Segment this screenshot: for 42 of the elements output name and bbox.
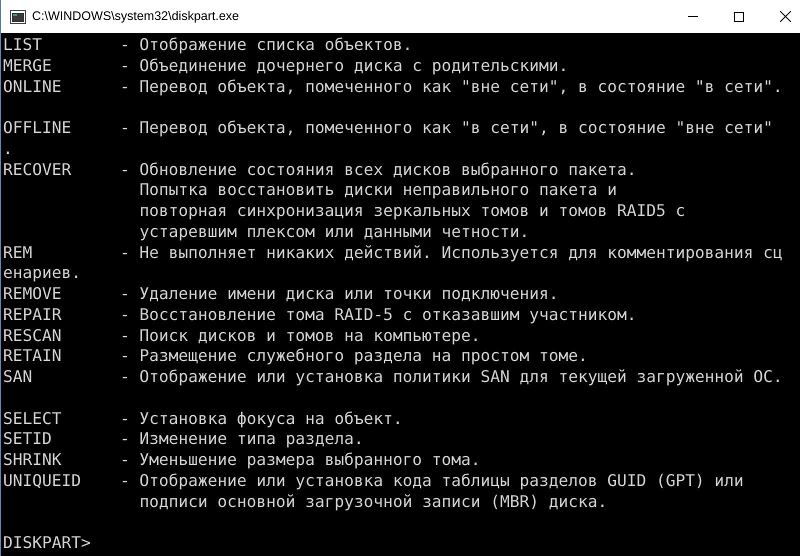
command-description: - Удаление имени диска или точки подключения.	[120, 283, 558, 306]
command-description: - Перевод объекта, помеченного как "в сети", в состояние "вне сети"	[120, 117, 773, 140]
command-name: REPAIR	[3, 304, 62, 326]
command-description: - Перевод объекта, помеченного как "вне сети", в состояние "в сети".	[120, 76, 783, 98]
command-name: SAN	[3, 366, 34, 388]
console-app-icon	[10, 10, 26, 24]
close-icon	[780, 11, 791, 22]
command-description: - Отображение или установка политики SAN для текущей загруженной ОС.	[120, 366, 783, 388]
command-name: OFFLINE	[3, 117, 72, 140]
command-name: LIST	[3, 34, 43, 56]
command-name: RECOVER	[3, 158, 72, 181]
command-prompt: DISKPART>	[3, 532, 91, 554]
window-title: C:\WINDOWS\system32\diskpart.exe	[32, 8, 239, 26]
description-continuation: Попытка восстановить диски неправильного пакета и	[139, 179, 617, 202]
description-continuation: подписи основной загрузочной записи (MBR) диска.	[139, 490, 608, 513]
command-name: SHRINK	[3, 449, 62, 472]
command-name: ONLINE	[3, 76, 62, 98]
command-name: SELECT	[3, 408, 62, 430]
minimize-icon	[688, 16, 698, 17]
command-name: UNIQUEID	[3, 470, 82, 492]
command-description: - Объединение дочернего диска с родительскими.	[120, 54, 568, 77]
command-name: SETID	[3, 428, 53, 450]
command-description: - Восстановление тома RAID-5 с отказавшим участником.	[120, 304, 636, 326]
description-continuation: повторная синхронизация зеркальных томов и томов RAID5 с	[139, 200, 686, 222]
command-description: - Уменьшение размера выбранного тома.	[120, 449, 481, 472]
maximize-icon	[734, 12, 744, 22]
command-description: - Отображение списка объектов.	[120, 34, 412, 56]
command-description: - Установка фокуса на объект.	[120, 408, 403, 430]
wrapped-text: .	[3, 138, 13, 160]
command-name: REMOVE	[3, 283, 62, 306]
command-description: - Поиск дисков и томов на компьютере.	[120, 324, 481, 347]
command-name: RETAIN	[3, 345, 62, 368]
command-description: - Не выполняет никаких действий. Используется для комментирования сц	[120, 242, 783, 264]
description-continuation: устаревшим плексом или данными четности.	[139, 220, 530, 243]
command-name: MERGE	[3, 54, 53, 77]
command-name: REM	[3, 242, 34, 264]
command-description: - Изменение типа раздела.	[120, 428, 364, 450]
command-name: RESCAN	[3, 324, 62, 347]
command-description: - Обновление состояния всех дисков выбранного пакета.	[120, 158, 636, 181]
wrapped-text: енариев.	[3, 262, 81, 284]
command-description: - Размещение служебного раздела на простом томе.	[120, 345, 588, 368]
command-description: - Отображение или установка кода таблицы разделов GUID (GPT) или	[120, 470, 744, 492]
